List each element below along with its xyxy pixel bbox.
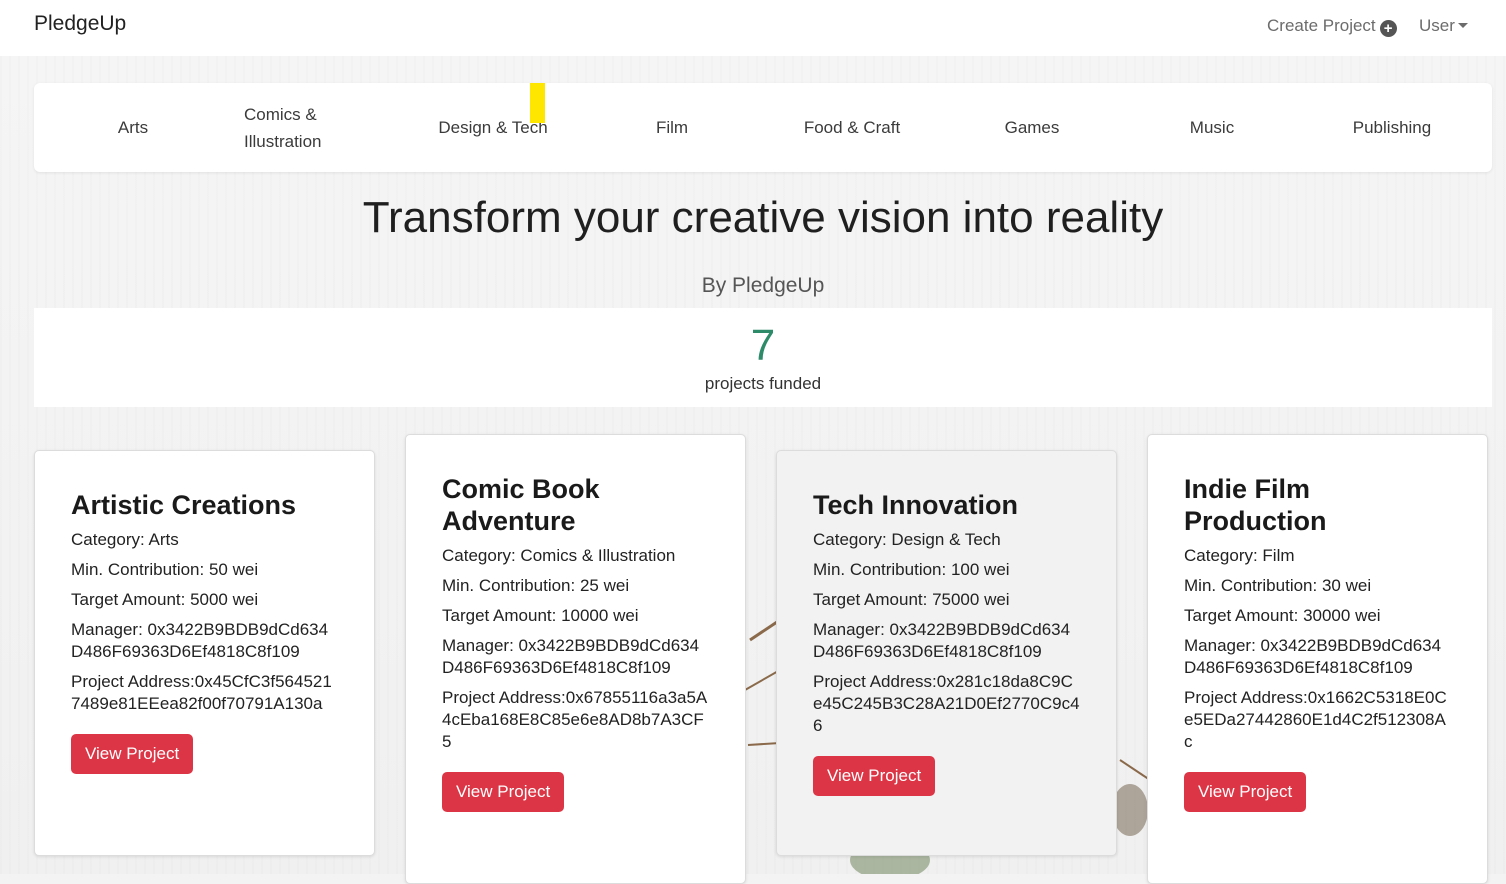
- project-min-contribution: Min. Contribution: 50 wei: [71, 560, 259, 579]
- project-card: Tech Innovation Category: Design & Tech …: [776, 450, 1117, 856]
- projects-funded-label: projects funded: [704, 374, 822, 393]
- chevron-down-icon: [1457, 23, 1468, 28]
- project-target: Target Amount: 30000 wei: [1184, 606, 1381, 625]
- project-category: Category: Film: [1184, 546, 1295, 565]
- highlight-marker: [530, 83, 545, 123]
- project-manager: Manager: 0x3422B9BDB9dCd634D486F69363D6E…: [442, 636, 700, 677]
- project-address: Project Address:0x45CfC3f5645217489e81EE…: [71, 672, 332, 713]
- project-address: Project Address:0x67855116a3a5A4cEba168E…: [442, 688, 708, 751]
- project-card: Artistic Creations Category: Arts Min. C…: [34, 450, 375, 856]
- hero-title: Transform your creative vision into real…: [362, 193, 1164, 242]
- view-project-button[interactable]: View Project: [442, 772, 565, 812]
- hero-subtitle: By PledgeUp: [701, 274, 825, 297]
- project-category: Category: Design & Tech: [813, 530, 1001, 549]
- project-address: Project Address:0x281c18da8C9Ce45C245B3C…: [813, 672, 1080, 735]
- user-dropdown[interactable]: User: [1419, 16, 1468, 36]
- project-category: Category: Arts: [71, 530, 179, 549]
- project-manager: Manager: 0x3422B9BDB9dCd634D486F69363D6E…: [813, 620, 1071, 661]
- project-target: Target Amount: 10000 wei: [442, 606, 639, 625]
- view-project-button[interactable]: View Project: [1184, 772, 1307, 812]
- plus-circle-icon: +: [1379, 20, 1397, 37]
- project-target: Target Amount: 75000 wei: [813, 590, 1010, 609]
- project-manager: Manager: 0x3422B9BDB9dCd634D486F69363D6E…: [71, 620, 329, 661]
- project-min-contribution: Min. Contribution: 25 wei: [442, 576, 630, 595]
- projects-funded-count: 7: [750, 321, 776, 370]
- category-publishing[interactable]: Publishing: [1302, 83, 1482, 172]
- category-music[interactable]: Music: [1122, 83, 1302, 172]
- category-arts[interactable]: Arts: [43, 83, 223, 172]
- category-food-craft[interactable]: Food & Craft: [762, 83, 942, 172]
- category-games[interactable]: Games: [942, 83, 1122, 172]
- view-project-button[interactable]: View Project: [71, 734, 194, 774]
- project-card: Indie Film Production Category: Film Min…: [1147, 434, 1488, 884]
- project-min-contribution: Min. Contribution: 30 wei: [1184, 576, 1372, 595]
- create-project-label: Create Project: [1267, 16, 1376, 35]
- project-category: Category: Comics & Illustration: [442, 546, 676, 565]
- category-comics-illustration[interactable]: Comics & Illustration: [244, 83, 334, 172]
- user-label: User: [1419, 16, 1455, 35]
- project-card: Comic Book Adventure Category: Comics & …: [405, 434, 746, 884]
- project-title: Tech Innovation: [813, 490, 1019, 520]
- project-title: Artistic Creations: [71, 490, 297, 520]
- project-target: Target Amount: 5000 wei: [71, 590, 259, 609]
- project-title: Comic Book Adventure: [442, 474, 600, 536]
- project-address: Project Address:0x1662C5318E0Ce5EDa27442…: [1184, 688, 1447, 751]
- project-title: Indie Film Production: [1184, 474, 1327, 536]
- project-manager: Manager: 0x3422B9BDB9dCd634D486F69363D6E…: [1184, 636, 1442, 677]
- category-design-tech[interactable]: Design & Tech: [403, 83, 583, 172]
- create-project-link[interactable]: Create Project +: [1267, 16, 1397, 37]
- category-bar: Arts Comics & Illustration Design & Tech…: [34, 83, 1492, 172]
- top-navbar: PledgeUp Create Project + User: [0, 0, 1506, 56]
- brand-logo[interactable]: PledgeUp: [34, 12, 126, 36]
- project-min-contribution: Min. Contribution: 100 wei: [813, 560, 1010, 579]
- category-film[interactable]: Film: [582, 83, 762, 172]
- view-project-button[interactable]: View Project: [813, 756, 936, 796]
